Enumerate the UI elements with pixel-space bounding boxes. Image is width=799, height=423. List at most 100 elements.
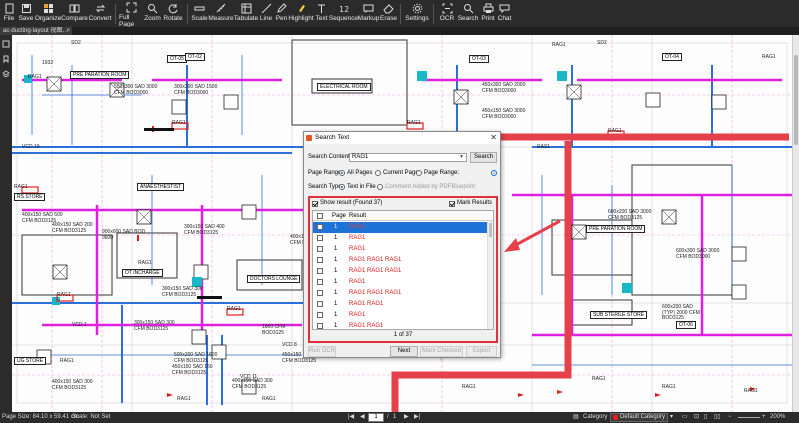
vertical-scrollbar[interactable] [792, 35, 799, 412]
fit-page-icon[interactable]: ⊡ [694, 412, 699, 423]
text-button[interactable]: Text [313, 0, 330, 27]
results-scrollbar[interactable] [487, 221, 493, 329]
thumbnails-icon[interactable] [0, 38, 12, 50]
page-range-all-radio[interactable] [339, 170, 345, 176]
tab-close-icon[interactable]: × [66, 27, 70, 35]
result-row[interactable]: 1 RAG1 RAG1 RAG1 [313, 266, 493, 277]
row-checkbox[interactable] [317, 301, 323, 307]
markup-button[interactable]: Markup [357, 0, 380, 27]
measure-button[interactable]: Measure [208, 0, 234, 27]
search-button[interactable]: Search [457, 0, 479, 27]
last-page-icon[interactable]: ▶| [414, 412, 420, 423]
prev-page-icon[interactable]: ◀ [360, 412, 365, 423]
save-button[interactable]: Save [17, 0, 35, 27]
mark-results-checkbox[interactable] [449, 201, 455, 207]
row-checkbox[interactable] [317, 323, 323, 329]
settings-button[interactable]: Settings [404, 0, 430, 27]
next-page-icon[interactable]: ▶ [404, 412, 409, 423]
export-button[interactable]: Export [466, 346, 497, 357]
zoom-slider[interactable] [738, 417, 760, 418]
ocr-button[interactable]: OCR [437, 0, 457, 27]
print-button[interactable]: Print [479, 0, 497, 27]
result-row[interactable]: 1 RAG1 [313, 233, 493, 244]
current-page-input[interactable]: 1 [368, 413, 384, 422]
erase-button[interactable]: Erase [380, 0, 397, 27]
row-checkbox[interactable] [317, 268, 323, 274]
result-page: 1 [334, 312, 338, 318]
column-header-result[interactable]: Result [349, 211, 366, 221]
zoom-in-icon[interactable]: + [762, 412, 766, 423]
row-checkbox[interactable] [317, 312, 323, 318]
row-checkbox[interactable] [317, 257, 323, 263]
toolbar-button-label: File [3, 15, 15, 22]
search-button[interactable]: Search [470, 152, 497, 163]
show-result-checkbox[interactable] [312, 201, 318, 207]
category-select[interactable]: Default Category [610, 413, 668, 422]
search-type-text-radio[interactable] [339, 184, 345, 190]
result-row[interactable]: 1 RAG1 [313, 310, 493, 321]
pen-button[interactable]: Pen [274, 0, 289, 27]
search-text-dialog: Search Text ✕ Search Content: RAG1 ▼ Sea… [303, 131, 501, 363]
bookmark-icon[interactable] [0, 53, 12, 65]
search-type-label: Search Type: [308, 184, 344, 190]
select-all-checkbox[interactable] [317, 213, 323, 219]
zoom-out-icon[interactable]: − [728, 412, 732, 423]
row-checkbox[interactable] [317, 224, 323, 230]
toolbar-button-label: Tabulate [233, 15, 259, 22]
misc-annotation: VCD 11 [240, 374, 258, 380]
chevron-down-icon[interactable]: ▼ [459, 154, 464, 161]
result-row[interactable]: 1 RAG1 [313, 244, 493, 255]
tabulate-icon [240, 2, 252, 14]
first-page-icon[interactable]: |◀ [348, 412, 354, 423]
row-checkbox[interactable] [317, 290, 323, 296]
line-icon [260, 2, 272, 14]
search-type-comment-radio[interactable] [377, 184, 383, 190]
close-icon[interactable]: ✕ [490, 132, 497, 144]
chevron-down-icon[interactable]: ▾ [670, 412, 673, 423]
view-mode-icon[interactable]: ▭ [682, 412, 688, 423]
single-page-icon[interactable]: ▯ [704, 412, 707, 423]
row-checkbox[interactable] [317, 279, 323, 285]
result-row[interactable]: 1 RAG1 RAG1 RAG1 [313, 288, 493, 299]
page-range-custom-radio[interactable] [416, 170, 422, 176]
convert-button[interactable]: Convert [88, 0, 112, 27]
result-row[interactable]: 1 RAG1 RAG1 [313, 299, 493, 310]
two-page-icon[interactable]: ▯▯ [714, 412, 721, 423]
chat-button[interactable]: Chat [497, 0, 512, 27]
room-label: PRE PARATION ROOM [586, 225, 646, 233]
highlight-button[interactable]: Highlight [288, 0, 314, 27]
toolbar-button-label: Search [457, 15, 479, 22]
file-button[interactable]: File [1, 0, 17, 27]
room-label: DOCTORS LOUNGE [247, 275, 301, 283]
next-button[interactable]: Next [390, 346, 418, 357]
line-button[interactable]: Line [258, 0, 274, 27]
organize-button[interactable]: Organize [35, 0, 61, 27]
mark-checked-button[interactable]: Mark Checked ▾ [420, 346, 463, 363]
result-row[interactable]: 1 RAG1 [313, 277, 493, 288]
run-ocr-button[interactable]: Run OCR [308, 346, 336, 357]
zoom-level[interactable]: 200% [770, 412, 785, 423]
row-checkbox[interactable] [317, 246, 323, 252]
zoom-button[interactable]: Zoom [143, 0, 162, 27]
sequence-button[interactable]: 123Sequence [329, 0, 358, 27]
tabulate-button[interactable]: Tabulate [234, 0, 258, 27]
result-row[interactable]: 1 RAG1 RAG1 [313, 321, 493, 329]
results-panel: Show result (Found 37) Mark Results Page… [308, 196, 498, 343]
dialog-title-bar[interactable]: Search Text ✕ [304, 132, 500, 144]
document-tab[interactable]: ac-ducting-layout 视图… × [0, 27, 72, 35]
compare-button[interactable]: Compare [61, 0, 88, 27]
search-content-input[interactable]: RAG1 ▼ [349, 153, 467, 162]
rotate-button[interactable]: Rotate [162, 0, 184, 27]
results-scrollbar-thumb[interactable] [489, 223, 492, 237]
info-icon[interactable]: i [491, 170, 497, 176]
result-row[interactable]: 1 RAG1 [313, 222, 493, 233]
scrollbar-thumb[interactable] [794, 55, 798, 145]
layers-icon[interactable] [0, 68, 12, 80]
page-range-current-radio[interactable] [375, 170, 381, 176]
result-row[interactable]: 1 RAG1 RAG1 RAG1 [313, 255, 493, 266]
room-label: UG STORE [14, 357, 47, 365]
row-checkbox[interactable] [317, 235, 323, 241]
full-page-button[interactable]: Full Page [119, 0, 143, 28]
column-header-page[interactable]: Page [332, 211, 346, 221]
scale-button[interactable]: Scale [191, 0, 208, 27]
